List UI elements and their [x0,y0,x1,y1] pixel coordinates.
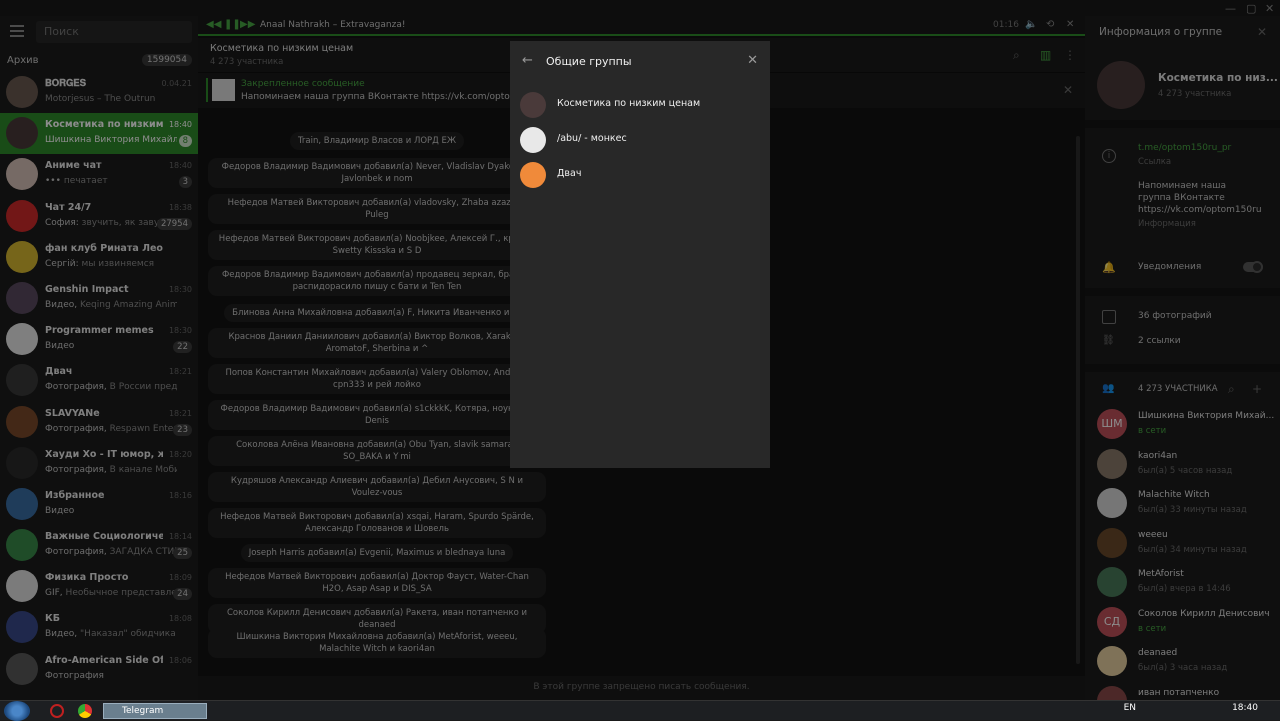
clock[interactable]: 18:40 [1232,703,1258,713]
group-label: Двач [557,168,582,179]
taskbar-telegram-button[interactable]: Telegram [103,703,207,719]
opera-icon[interactable] [50,704,64,718]
common-group-item[interactable]: Косметика по низким ценам [510,88,770,122]
group-label: Косметика по низким ценам [557,98,701,109]
group-avatar [520,127,546,153]
common-groups-dialog: ← Общие группы ✕ Косметика по низким цен… [510,41,770,468]
start-button[interactable] [4,701,30,721]
common-group-item[interactable]: Двач [510,158,770,192]
back-arrow-icon[interactable]: ← [522,53,533,68]
common-group-item[interactable]: /abu/ - монкес [510,123,770,157]
taskbar-app-label: Telegram [122,706,164,716]
group-avatar [520,162,546,188]
language-indicator[interactable]: EN [1124,703,1136,713]
group-avatar [520,92,546,118]
taskbar: Telegram EN 18:40 [0,700,1280,721]
group-label: /abu/ - монкес [557,133,627,144]
telegram-window: — ▢ ✕ Поиск Архив 1599054 𝐁𝐎𝐑𝐆𝐄𝐒 Motorje… [0,0,1280,700]
chrome-icon[interactable] [78,704,92,718]
dialog-title: Общие группы [546,55,632,68]
close-dialog-icon[interactable]: ✕ [747,53,758,68]
